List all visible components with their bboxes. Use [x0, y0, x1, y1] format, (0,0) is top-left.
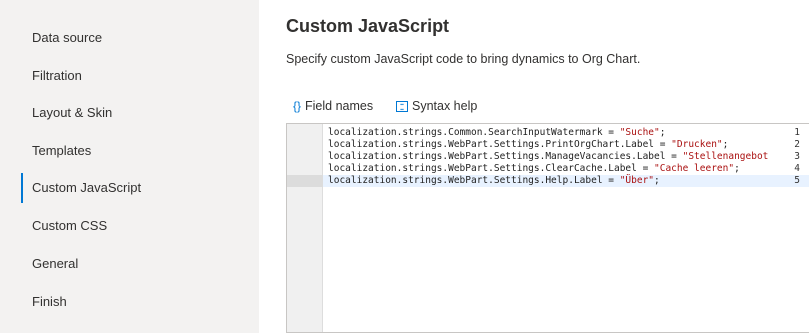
- syntax-help-button[interactable]: ▪▪ ▪▪ Syntax help: [396, 96, 477, 116]
- code-text: localization.strings.WebPart.Settings.Cl…: [328, 163, 655, 174]
- sidebar-item-finish[interactable]: Finish: [0, 287, 259, 317]
- page-description: Specify custom JavaScript code to bring …: [286, 52, 641, 66]
- sidebar-item-label: Templates: [32, 143, 92, 158]
- syntax-doc-icon: ▪▪ ▪▪: [396, 101, 408, 113]
- code-string: "Drucken": [671, 139, 723, 150]
- sidebar-item-layout-skin[interactable]: Layout & Skin: [0, 98, 259, 128]
- main-panel: Custom JavaScript Specify custom JavaScr…: [259, 0, 809, 333]
- line-number: 3: [794, 151, 800, 162]
- field-names-button[interactable]: {} Field names: [293, 96, 373, 116]
- sidebar-item-label: Data source: [32, 30, 103, 45]
- sidebar-item-label: General: [32, 256, 79, 271]
- sidebar-item-custom-css[interactable]: Custom CSS: [0, 211, 259, 241]
- sidebar-item-label: Filtration: [32, 68, 82, 83]
- code-end: ;: [654, 175, 660, 186]
- sidebar: Data source Filtration Layout & Skin Tem…: [0, 0, 259, 333]
- code-line[interactable]: localization.strings.WebPart.Settings.He…: [328, 175, 660, 187]
- code-end: ;: [734, 163, 740, 174]
- field-names-label: Field names: [305, 99, 374, 113]
- code-line[interactable]: localization.strings.WebPart.Settings.Cl…: [328, 163, 740, 175]
- code-end: ;: [722, 139, 729, 150]
- sidebar-item-data-source[interactable]: Data source: [0, 23, 259, 53]
- code-string: "Über": [619, 175, 655, 186]
- syntax-help-label: Syntax help: [412, 99, 478, 113]
- code-text: localization.strings.WebPart.Settings.He…: [328, 175, 620, 186]
- active-line-gutter-highlight: [287, 175, 323, 187]
- code-string: "Suche": [619, 127, 660, 138]
- line-number: 2: [794, 139, 800, 150]
- sidebar-item-templates[interactable]: Templates: [0, 136, 259, 166]
- code-text: localization.strings.WebPart.Settings.Pr…: [328, 139, 672, 150]
- code-editor[interactable]: 1 2 3 4 5 localization.strings.Common.Se…: [286, 123, 809, 333]
- sidebar-item-label: Custom JavaScript: [32, 180, 142, 195]
- sidebar-item-label: Finish: [32, 294, 67, 309]
- braces-icon: {}: [293, 99, 302, 113]
- sidebar-item-general[interactable]: General: [0, 249, 259, 279]
- line-number: 5: [794, 175, 800, 186]
- sidebar-item-filtration[interactable]: Filtration: [0, 61, 259, 91]
- line-number: 1: [794, 127, 800, 138]
- code-line[interactable]: localization.strings.WebPart.Settings.Ma…: [328, 151, 768, 163]
- active-indicator: [21, 173, 23, 203]
- code-text: localization.strings.Common.SearchInputW…: [328, 127, 620, 138]
- line-number: 4: [794, 163, 800, 174]
- page-title: Custom JavaScript: [286, 16, 450, 36]
- code-string: "Stellenangebot: [682, 151, 769, 162]
- code-end: ;: [659, 127, 666, 138]
- sidebar-item-label: Custom CSS: [32, 218, 108, 233]
- code-line[interactable]: localization.strings.Common.SearchInputW…: [328, 127, 665, 139]
- code-text: localization.strings.WebPart.Settings.Ma…: [328, 151, 683, 162]
- code-string: "Cache leeren": [654, 163, 735, 174]
- line-number-gutter: [287, 124, 323, 332]
- sidebar-item-label: Layout & Skin: [32, 105, 113, 120]
- sidebar-item-custom-javascript[interactable]: Custom JavaScript: [0, 170, 259, 203]
- code-line[interactable]: localization.strings.WebPart.Settings.Pr…: [328, 139, 728, 151]
